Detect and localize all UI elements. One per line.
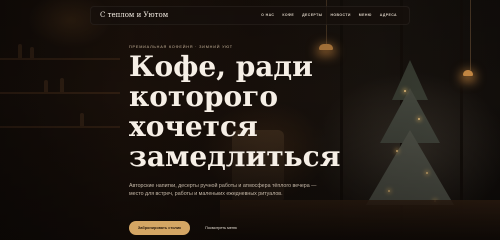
nav-item-addresses[interactable]: АДРЕСА [380,13,397,17]
hero-subtitle: Авторские напитки, десерты ручной работы… [129,183,317,197]
nav-item-desserts[interactable]: ДЕСЕРТЫ [302,13,322,17]
brand-logo[interactable]: С теплом и Уютом [100,11,168,19]
headline-line: замедлиться [129,140,341,173]
headline-line: которого [129,80,279,113]
book-table-button[interactable]: Забронировать столик [129,221,190,235]
view-menu-button[interactable]: Посмотреть меню [195,221,247,235]
hero-headline: Кофе, ради которого хочется замедлиться [129,52,349,172]
headline-line: хочется [129,110,258,143]
nav-menu: О НАС КОФЕ ДЕСЕРТЫ НОВОСТИ МЕНЮ АДРЕСА [261,13,397,17]
headline-line: Кофе, ради [129,50,313,83]
nav-item-about[interactable]: О НАС [261,13,274,17]
nav-item-menu[interactable]: МЕНЮ [359,13,372,17]
hero-eyebrow: ПРЕМИАЛЬНАЯ КОФЕЙНЯ · ЗИМНИЙ УЮТ [129,45,233,49]
nav-item-coffee[interactable]: КОФЕ [282,13,294,17]
nav-item-news[interactable]: НОВОСТИ [330,13,350,17]
top-navbar: С теплом и Уютом О НАС КОФЕ ДЕСЕРТЫ НОВО… [90,6,410,25]
